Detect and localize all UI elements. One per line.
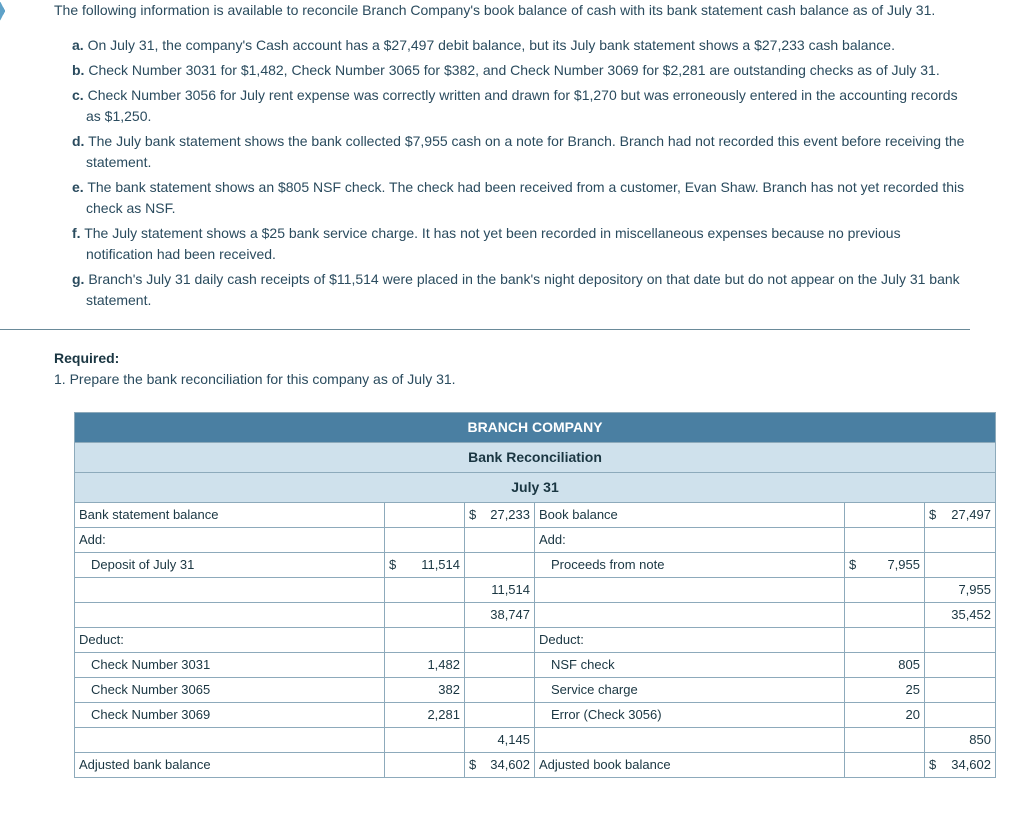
check-3031-amount[interactable]: 1,482 xyxy=(385,653,465,677)
right-add-total: 7,955 xyxy=(925,578,995,602)
deduct-row-3: Check Number 3069 2,281 Error (Check 305… xyxy=(75,703,995,728)
deduct-row-1: Check Number 3031 1,482 NSF check 805 xyxy=(75,653,995,678)
check-3069-label[interactable]: Check Number 3069 xyxy=(75,703,385,727)
service-charge-amount[interactable]: 25 xyxy=(845,678,925,702)
left-deduct-label: Deduct: xyxy=(75,628,385,652)
table-title: BRANCH COMPANY xyxy=(75,413,995,442)
item-a: a. On July 31, the company's Cash accoun… xyxy=(72,35,970,56)
item-e: e. The bank statement shows an $805 NSF … xyxy=(72,177,970,219)
book-balance-cell[interactable]: $ 27,497 xyxy=(925,503,995,527)
table-title-row: BRANCH COMPANY xyxy=(75,413,995,443)
left-add-total: 11,514 xyxy=(465,578,535,602)
deduct-total-row: 4,145 850 xyxy=(75,728,995,753)
right-add-label: Add: xyxy=(535,528,845,552)
detail-spacer-right xyxy=(845,503,925,527)
deduct-row-2: Check Number 3065 382 Service charge 25 xyxy=(75,678,995,703)
adjusted-bank-label[interactable]: Adjusted bank balance xyxy=(75,753,385,777)
reconciliation-table: BRANCH COMPANY Bank Reconciliation July … xyxy=(74,412,996,778)
adjusted-bank-value: $ 34,602 xyxy=(465,753,535,777)
nsf-amount[interactable]: 805 xyxy=(845,653,925,677)
required-section: Required: 1. Prepare the bank reconcilia… xyxy=(0,348,1024,778)
table-subtitle1: Bank Reconciliation xyxy=(75,443,995,472)
item-b: b. Check Number 3031 for $1,482, Check N… xyxy=(72,60,970,81)
bank-balance-label[interactable]: Bank statement balance xyxy=(75,503,385,527)
bank-balance-cell[interactable]: $ 27,233 xyxy=(465,503,535,527)
add-label-row: Add: Add: xyxy=(75,528,995,553)
items-list: a. On July 31, the company's Cash accoun… xyxy=(54,35,970,311)
service-charge-label[interactable]: Service charge xyxy=(535,678,845,702)
check-3069-amount[interactable]: 2,281 xyxy=(385,703,465,727)
balance-row: Bank statement balance $ 27,233 Book bal… xyxy=(75,503,995,528)
right-deduct-total: 850 xyxy=(925,728,995,752)
required-item-1: 1. Prepare the bank reconciliation for t… xyxy=(54,369,970,390)
item-g: g. Branch's July 31 daily cash receipts … xyxy=(72,269,970,311)
add-item-row-1: Deposit of July 31 $ 11,514 Proceeds fro… xyxy=(75,553,995,578)
empty-deduct-detail-right[interactable] xyxy=(845,728,925,752)
left-running-total: 38,747 xyxy=(465,603,535,627)
left-deduct-total: 4,145 xyxy=(465,728,535,752)
empty-deduct-detail-left[interactable] xyxy=(385,728,465,752)
empty-add-left[interactable] xyxy=(75,578,385,602)
empty-add-right[interactable] xyxy=(535,578,845,602)
table-subtitle1-row: Bank Reconciliation xyxy=(75,443,995,473)
deduct-label-row: Deduct: Deduct: xyxy=(75,628,995,653)
deposit-amount[interactable]: $ 11,514 xyxy=(385,553,465,577)
item-d: d. The July bank statement shows the ban… xyxy=(72,131,970,173)
add-total-row: 11,514 7,955 xyxy=(75,578,995,603)
proceeds-label[interactable]: Proceeds from note xyxy=(535,553,845,577)
running-row: 38,747 35,452 xyxy=(75,603,995,628)
right-deduct-label: Deduct: xyxy=(535,628,845,652)
deposit-label[interactable]: Deposit of July 31 xyxy=(75,553,385,577)
problem-statement: The following information is available t… xyxy=(0,0,1024,311)
check-3065-label[interactable]: Check Number 3065 xyxy=(75,678,385,702)
empty-add-detail-left[interactable] xyxy=(385,578,465,602)
empty-deduct-left[interactable] xyxy=(75,728,385,752)
right-running-total: 35,452 xyxy=(925,603,995,627)
item-f: f. The July statement shows a $25 bank s… xyxy=(72,223,970,265)
item-c: c. Check Number 3056 for July rent expen… xyxy=(72,85,970,127)
table-subtitle2: July 31 xyxy=(75,473,995,502)
book-balance-label[interactable]: Book balance xyxy=(535,503,845,527)
empty-deduct-right[interactable] xyxy=(535,728,845,752)
adjusted-book-label[interactable]: Adjusted book balance xyxy=(535,753,845,777)
adjusted-book-value: $ 34,602 xyxy=(925,753,995,777)
proceeds-amount[interactable]: $ 7,955 xyxy=(845,553,925,577)
check-3065-amount[interactable]: 382 xyxy=(385,678,465,702)
notch-icon xyxy=(0,0,5,835)
table-subtitle2-row: July 31 xyxy=(75,473,995,503)
divider xyxy=(0,329,970,330)
nsf-label[interactable]: NSF check xyxy=(535,653,845,677)
empty-add-detail-right[interactable] xyxy=(845,578,925,602)
left-add-label: Add: xyxy=(75,528,385,552)
required-header: Required: xyxy=(54,348,970,369)
detail-spacer-left xyxy=(385,503,465,527)
intro-text: The following information is available t… xyxy=(54,0,970,21)
check-3031-label[interactable]: Check Number 3031 xyxy=(75,653,385,677)
error-3056-amount[interactable]: 20 xyxy=(845,703,925,727)
adjusted-row: Adjusted bank balance $ 34,602 Adjusted … xyxy=(75,753,995,777)
error-3056-label[interactable]: Error (Check 3056) xyxy=(535,703,845,727)
